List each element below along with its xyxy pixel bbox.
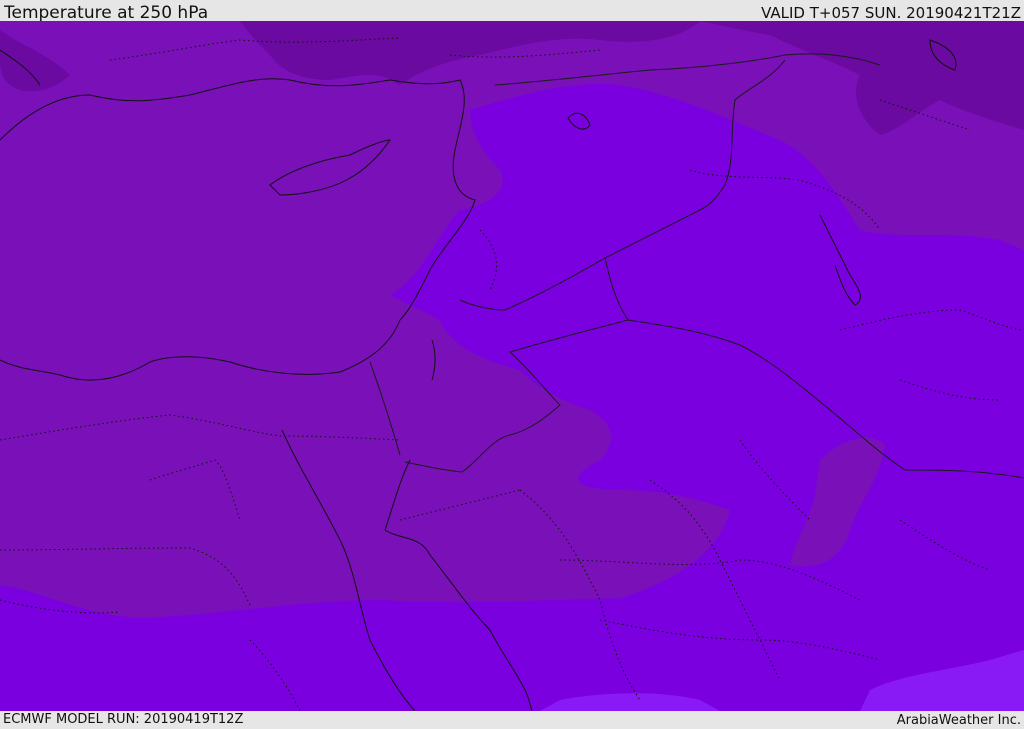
- model-run: ECMWF MODEL RUN: 20190419T12Z: [3, 712, 244, 727]
- credit: ArabiaWeather Inc.: [896, 713, 1021, 728]
- map-canvas: [0, 21, 1024, 711]
- footer-bar: ECMWF MODEL RUN: 20190419T12Z ArabiaWeat…: [0, 711, 1024, 729]
- weather-map-frame: Temperature at 250 hPa VALID T+057 SUN. …: [0, 0, 1024, 729]
- header-bar: Temperature at 250 hPa VALID T+057 SUN. …: [0, 0, 1024, 23]
- temperature-map: [0, 21, 1024, 711]
